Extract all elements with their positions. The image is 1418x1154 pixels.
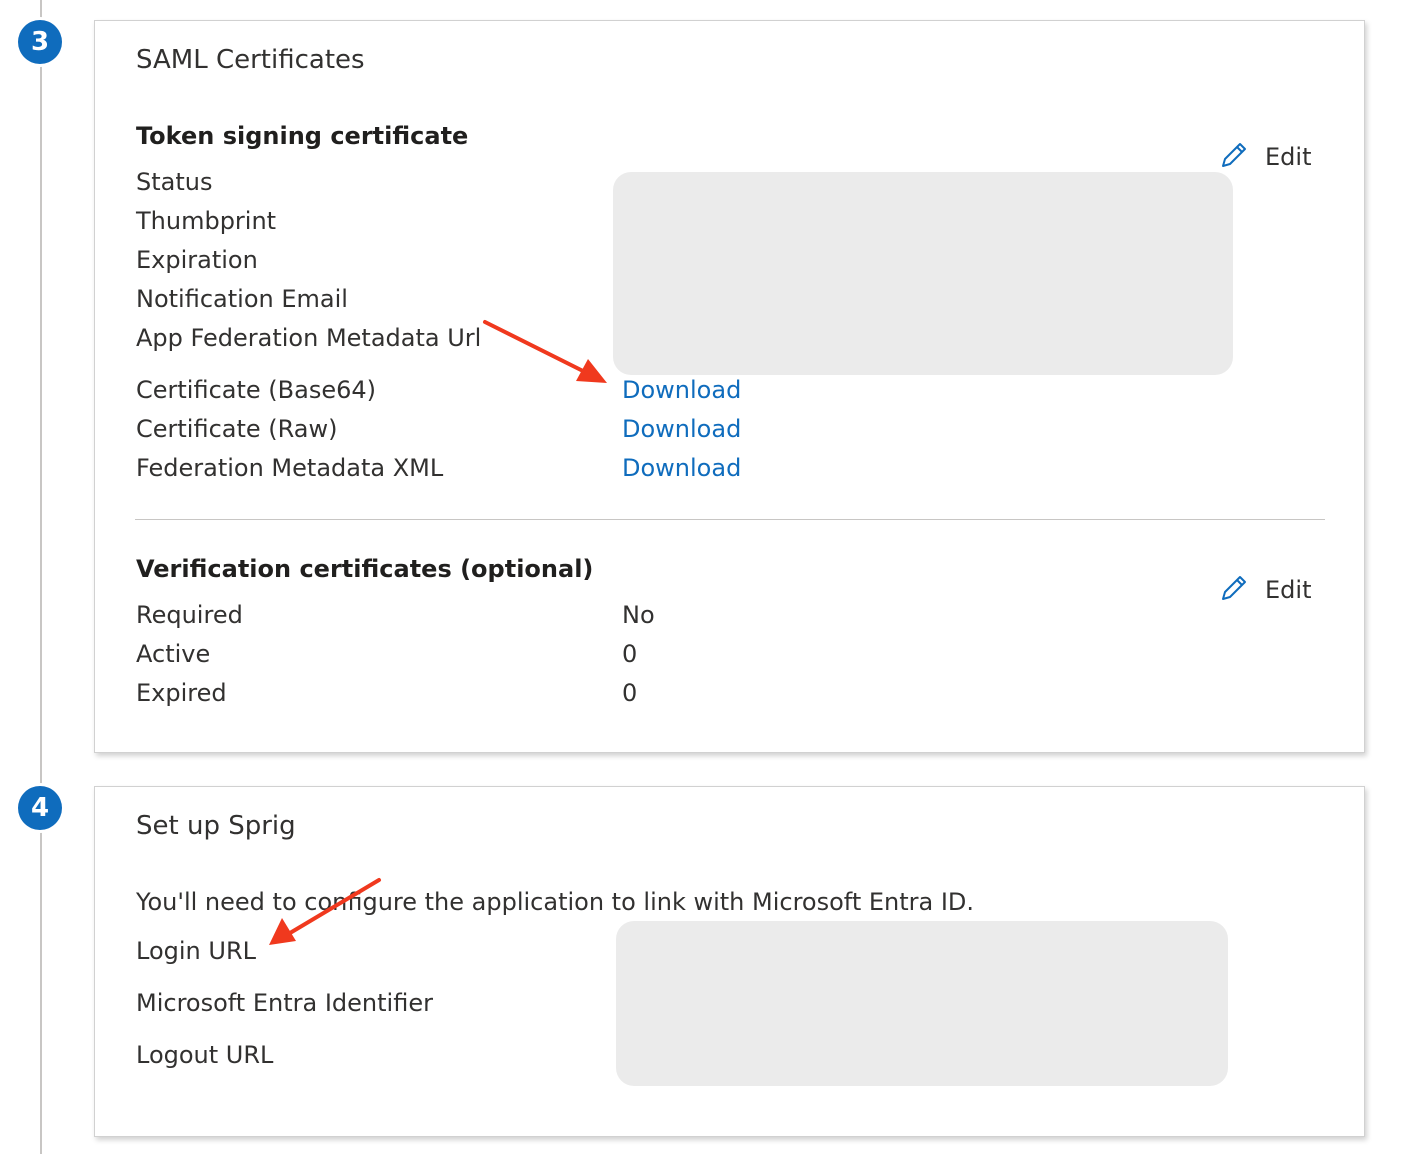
row-label-federation-metadata-xml: Federation Metadata XML: [136, 454, 444, 482]
row-label-required: Required: [136, 601, 243, 629]
row-label-logout-url: Logout URL: [136, 1041, 274, 1069]
row-value-expired: 0: [622, 679, 638, 707]
row-value-required: No: [622, 601, 655, 629]
setup-sprig-card: Set up Sprig You'll need to configure th…: [94, 786, 1365, 1137]
row-label-login-url: Login URL: [136, 937, 256, 965]
step-badge-3: 3: [18, 20, 62, 64]
timeline-line: [40, 0, 42, 1154]
download-certificate-raw-link[interactable]: Download: [622, 415, 741, 443]
edit-label: Edit: [1265, 143, 1312, 171]
download-federation-metadata-xml-link[interactable]: Download: [622, 454, 741, 482]
row-label-expired: Expired: [136, 679, 227, 707]
card-title: SAML Certificates: [136, 45, 365, 75]
redacted-values: [613, 172, 1233, 375]
redacted-values: [616, 921, 1228, 1086]
row-label-certificate-raw: Certificate (Raw): [136, 415, 338, 443]
pencil-icon: [1217, 570, 1251, 610]
download-certificate-base64-link[interactable]: Download: [622, 376, 741, 404]
row-label-active: Active: [136, 640, 211, 668]
edit-verification-button[interactable]: Edit: [1217, 570, 1311, 610]
row-label-thumbprint: Thumbprint: [136, 207, 277, 235]
row-label-entra-identifier: Microsoft Entra Identifier: [136, 989, 433, 1017]
row-label-expiration: Expiration: [136, 246, 258, 274]
pencil-icon: [1217, 137, 1251, 177]
row-label-app-federation-metadata-url: App Federation Metadata Url: [136, 324, 482, 352]
row-label-status: Status: [136, 168, 213, 196]
step-badge-4: 4: [18, 786, 62, 830]
section-divider: [135, 519, 1325, 520]
row-label-notification-email: Notification Email: [136, 285, 348, 313]
token-signing-section-title: Token signing certificate: [136, 122, 469, 150]
saml-certificates-card: SAML Certificates Token signing certific…: [94, 20, 1365, 753]
row-value-active: 0: [622, 640, 638, 668]
row-label-certificate-base64: Certificate (Base64): [136, 376, 376, 404]
verification-section-title: Verification certificates (optional): [136, 555, 594, 583]
setup-description: You'll need to configure the application…: [136, 888, 975, 916]
card-title: Set up Sprig: [136, 811, 296, 841]
edit-token-signing-button[interactable]: Edit: [1217, 137, 1311, 177]
edit-label: Edit: [1265, 576, 1312, 604]
